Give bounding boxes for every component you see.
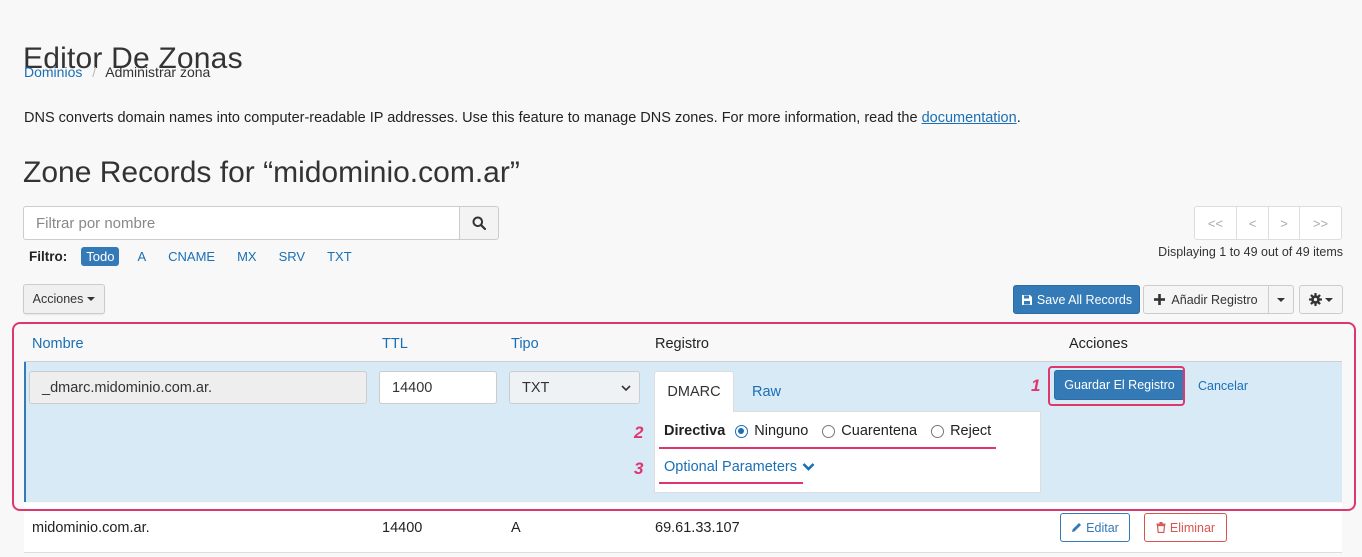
- pagination-summary: Displaying 1 to 49 out of 49 items: [1158, 245, 1343, 259]
- delete-label: Eliminar: [1169, 520, 1216, 535]
- filter-option-txt[interactable]: TXT: [327, 249, 352, 264]
- search-bar: [23, 206, 499, 240]
- trash-icon: [1156, 522, 1166, 533]
- filter-option-srv[interactable]: SRV: [279, 249, 306, 264]
- actions-dropdown-button[interactable]: Acciones: [23, 284, 105, 314]
- pencil-icon: [1072, 523, 1082, 532]
- search-icon: [472, 216, 486, 230]
- zone-records-title: Zone Records for “midominio.com.ar”: [23, 156, 520, 189]
- filter-option-cname[interactable]: CNAME: [168, 249, 215, 264]
- edit-label: Editar: [1086, 520, 1119, 535]
- floppy-disk-icon: [1021, 294, 1032, 305]
- breadcrumb-separator: /: [92, 64, 97, 80]
- annotation-save-highlight: [1048, 366, 1185, 406]
- annotation-underline-directive: [659, 447, 996, 449]
- row-type: A: [511, 520, 521, 536]
- intro-text: DNS converts domain names into computer-…: [24, 110, 1021, 126]
- next-page-button[interactable]: >: [1268, 206, 1300, 240]
- caret-down-icon: [1325, 297, 1333, 302]
- gear-icon: [1309, 293, 1322, 306]
- caret-down-icon: [87, 297, 96, 301]
- add-record-button[interactable]: Añadir Registro: [1143, 285, 1269, 314]
- filter-option-mx[interactable]: MX: [237, 249, 257, 264]
- save-all-label: Save All Records: [1036, 292, 1133, 307]
- delete-button[interactable]: Eliminar: [1144, 513, 1227, 542]
- pagination: << < > >>: [1194, 206, 1342, 240]
- breadcrumb-dominios-link[interactable]: Dominios: [24, 64, 82, 80]
- breadcrumb-current: Administrar zona: [105, 64, 211, 80]
- breadcrumb: Dominios / Administrar zona: [24, 64, 210, 80]
- filter-option-todo[interactable]: Todo: [81, 247, 120, 266]
- search-input[interactable]: [23, 206, 459, 240]
- edit-button[interactable]: Editar: [1060, 513, 1130, 542]
- tab-dmarc[interactable]: DMARC: [654, 371, 734, 412]
- settings-dropdown-button[interactable]: [1299, 285, 1343, 314]
- annotation-marker-1: 1: [1031, 376, 1041, 395]
- last-page-button[interactable]: >>: [1299, 206, 1342, 240]
- row-record: 69.61.33.107: [655, 520, 740, 536]
- annotation-marker-3: 3: [634, 459, 644, 478]
- search-button[interactable]: [459, 206, 499, 240]
- intro-text-body: DNS converts domain names into computer-…: [24, 110, 922, 126]
- row-ttl: 14400: [382, 520, 423, 536]
- prev-page-button[interactable]: <: [1236, 206, 1269, 240]
- filter-bar: Filtro: Todo A CNAME MX SRV TXT: [29, 247, 374, 266]
- add-record-label: Añadir Registro: [1171, 292, 1258, 307]
- row-name: midominio.com.ar.: [32, 520, 150, 536]
- annotation-underline-optional: [659, 482, 803, 484]
- documentation-link[interactable]: documentation: [922, 110, 1017, 126]
- add-record-group: Añadir Registro: [1143, 285, 1294, 314]
- first-page-button[interactable]: <<: [1194, 206, 1237, 240]
- caret-down-icon: [1277, 297, 1285, 302]
- plus-icon: [1154, 294, 1166, 305]
- save-all-records-button[interactable]: Save All Records: [1013, 285, 1140, 314]
- filter-option-a[interactable]: A: [137, 249, 146, 264]
- annotation-marker-2: 2: [634, 423, 644, 442]
- add-record-dropdown-toggle[interactable]: [1269, 285, 1294, 314]
- actions-label: Acciones: [32, 292, 84, 306]
- intro-text-end: .: [1016, 110, 1021, 126]
- filter-label: Filtro:: [29, 249, 68, 264]
